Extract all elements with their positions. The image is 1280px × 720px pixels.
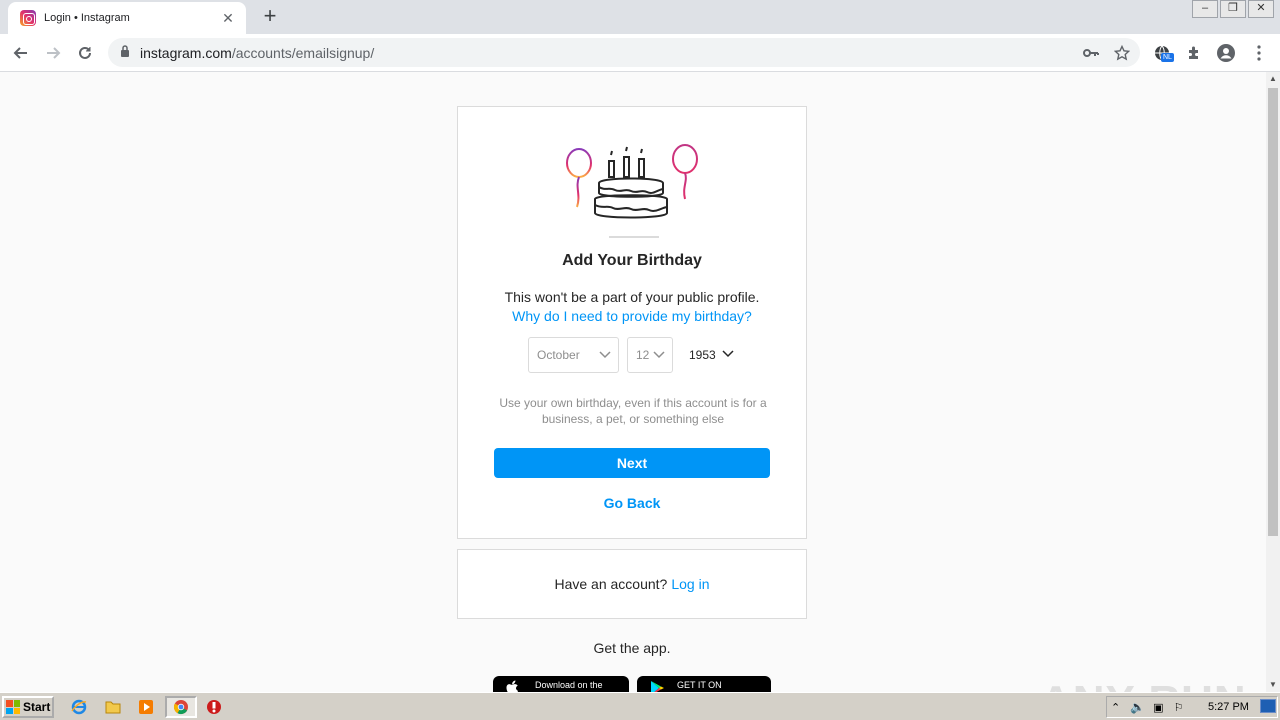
apple-icon (506, 680, 519, 692)
instagram-favicon-icon (20, 10, 36, 26)
tray-expand-icon[interactable]: ⌃ (1111, 701, 1120, 714)
chevron-down-icon (599, 351, 611, 359)
subtitle-text: This won't be a part of your public prof… (504, 289, 760, 305)
menu-kebab-icon[interactable] (1248, 42, 1270, 64)
profile-avatar-icon[interactable] (1215, 42, 1237, 64)
new-tab-button[interactable]: + (258, 5, 282, 29)
scrollbar-thumb[interactable] (1268, 88, 1278, 536)
lock-icon (120, 44, 130, 62)
day-value: 12 (636, 348, 650, 362)
login-card: Have an account? Log in (457, 549, 807, 619)
page-title: Add Your Birthday (562, 252, 702, 269)
close-window-button[interactable]: ✕ (1248, 0, 1274, 18)
birthday-card: Add Your Birthday This won't be a part o… (457, 106, 807, 539)
tab-title: Login • Instagram (44, 12, 130, 24)
watermark-logo: ANY RUN (1040, 677, 1247, 692)
url-path: /accounts/emailsignup/ (231, 44, 375, 61)
birthday-note: Use your own birthday, even if this acco… (499, 396, 767, 426)
opera-icon[interactable] (205, 698, 223, 716)
windows-taskbar: Start ⌃ 🔈 ▣ ⚐ 5:27 PM (0, 692, 1280, 720)
start-button[interactable]: Start (2, 696, 54, 718)
file-explorer-icon[interactable] (104, 698, 122, 716)
reload-icon[interactable] (72, 40, 98, 66)
url-host: instagram.com (140, 44, 232, 61)
chrome-taskbar-button[interactable] (165, 696, 197, 718)
taskbar-clock[interactable]: 5:27 PM (1208, 701, 1249, 713)
bookmark-star-icon[interactable] (1113, 44, 1131, 62)
scroll-up-arrow-icon[interactable]: ▲ (1266, 72, 1280, 86)
birthday-cake-illustration-icon (566, 144, 698, 238)
restore-button[interactable]: ❐ (1220, 0, 1246, 18)
google-play-icon (651, 681, 664, 692)
page-viewport: Add Your Birthday This won't be a part o… (0, 72, 1266, 692)
google-play-badge[interactable]: GET IT ON (637, 676, 771, 692)
forward-arrow-icon[interactable] (40, 40, 66, 66)
translate-extension-icon[interactable]: NL (1151, 42, 1174, 64)
page-scrollbar[interactable]: ▲ ▼ (1266, 72, 1280, 692)
browser-toolbar: instagram.com/accounts/emailsignup/ NL (0, 34, 1280, 72)
why-birthday-link[interactable]: Why do I need to provide my birthday? (458, 308, 806, 324)
system-tray: ⌃ 🔈 ▣ ⚐ (1106, 696, 1278, 718)
chevron-down-icon (653, 351, 665, 359)
app-store-badge[interactable]: Download on the (493, 676, 629, 692)
go-back-link[interactable]: Go Back (458, 495, 806, 511)
google-play-text: GET IT ON (677, 680, 722, 690)
tab-close-icon[interactable]: ✕ (220, 10, 236, 27)
year-select[interactable]: 1953 (681, 337, 741, 373)
media-player-icon[interactable] (137, 698, 155, 716)
show-desktop-icon[interactable] (1260, 699, 1276, 713)
extensions-puzzle-icon[interactable] (1183, 42, 1205, 64)
minimize-button[interactable]: – (1192, 0, 1218, 18)
year-value: 1953 (689, 348, 716, 362)
chevron-down-icon (722, 350, 734, 358)
login-link[interactable]: Log in (671, 576, 709, 592)
extension-badge: NL (1161, 53, 1174, 62)
app-store-text: Download on the (535, 680, 603, 690)
key-icon[interactable] (1082, 44, 1100, 62)
network-icon[interactable]: ▣ (1153, 701, 1163, 714)
have-account-text: Have an account? (554, 576, 668, 592)
chrome-icon (173, 700, 188, 715)
month-value: October (537, 348, 580, 362)
volume-icon[interactable]: 🔈 (1130, 700, 1145, 714)
browser-tab[interactable]: Login • Instagram ✕ (8, 2, 246, 34)
day-select[interactable]: 12 (627, 337, 673, 373)
window-controls: – ❐ ✕ (1190, 0, 1274, 18)
start-label: Start (23, 700, 51, 714)
internet-explorer-icon[interactable] (70, 698, 88, 716)
month-select[interactable]: October (528, 337, 619, 373)
next-button[interactable]: Next (494, 448, 770, 478)
back-arrow-icon[interactable] (8, 40, 34, 66)
scroll-down-arrow-icon[interactable]: ▼ (1266, 678, 1280, 692)
windows-logo-icon (6, 700, 20, 714)
get-app-text: Get the app. (593, 640, 671, 656)
browser-tab-strip: Login • Instagram ✕ + – ❐ ✕ (0, 0, 1280, 34)
address-bar[interactable]: instagram.com/accounts/emailsignup/ (108, 38, 1140, 67)
action-center-flag-icon[interactable]: ⚐ (1174, 701, 1184, 714)
